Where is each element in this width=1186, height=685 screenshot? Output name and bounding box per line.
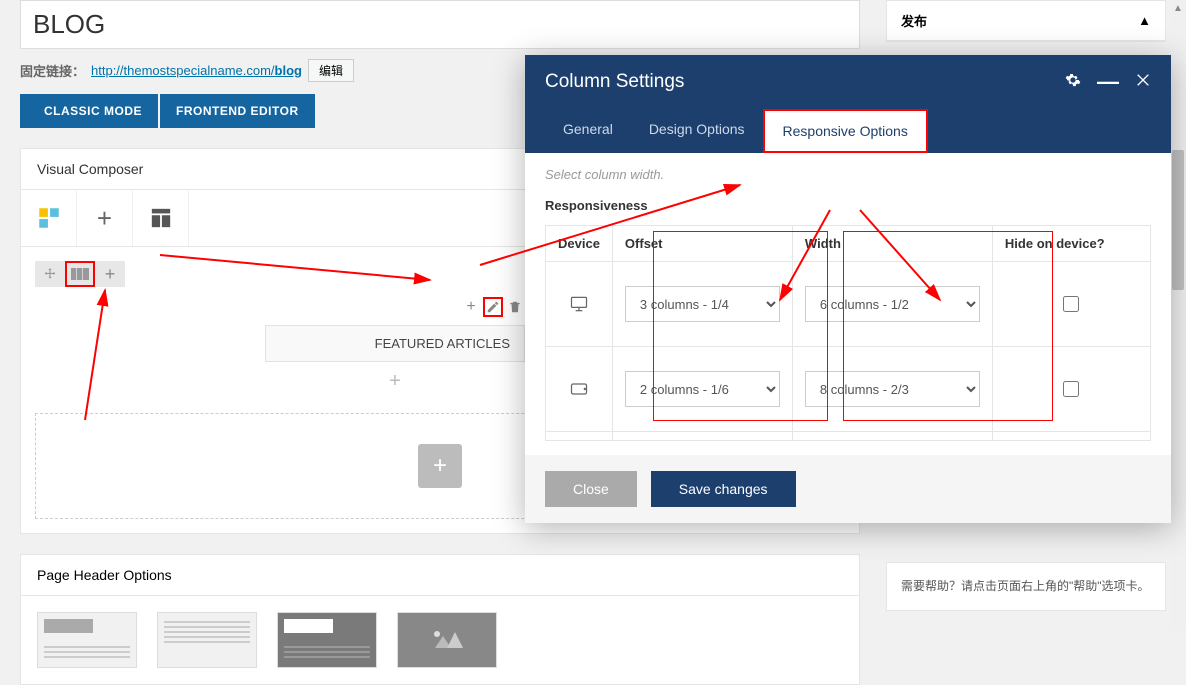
add-element-button[interactable]: +	[77, 190, 133, 246]
column-settings-modal: Column Settings — General Design Options…	[525, 55, 1171, 523]
help-box: 需要帮助？请点击页面右上角的"帮助"选项卡。	[886, 562, 1166, 611]
classic-mode-button[interactable]: CLASSIC MODE	[20, 94, 158, 128]
add-row-button[interactable]: +	[418, 444, 462, 488]
row-move-handle[interactable]	[35, 261, 65, 287]
responsiveness-table: Device Offset Width Hide on device? 3 co…	[545, 225, 1151, 441]
col-edit-button[interactable]	[483, 297, 503, 317]
pho-option-1[interactable]	[37, 612, 137, 668]
modal-actions: —	[1065, 72, 1151, 93]
tab-responsive-options[interactable]: Responsive Options	[763, 109, 928, 153]
modal-title: Column Settings	[545, 71, 684, 93]
text-block[interactable]: FEATURED ARTICLES	[265, 325, 525, 362]
tab-general[interactable]: General	[545, 109, 631, 153]
hide-checkbox-desktop[interactable]	[1063, 296, 1079, 312]
width-select-tablet-l[interactable]: 8 columns - 2/3	[805, 371, 980, 407]
edit-slug-button[interactable]: 编辑	[308, 59, 354, 82]
pho-body	[21, 596, 859, 684]
modal-header: Column Settings — General Design Options…	[525, 55, 1171, 153]
desktop-icon	[558, 294, 600, 314]
col-header-hide: Hide on device?	[992, 226, 1150, 262]
hide-checkbox-tablet-l[interactable]	[1063, 381, 1079, 397]
col-header-offset: Offset	[612, 226, 792, 262]
pho-option-2[interactable]	[157, 612, 257, 668]
table-row: 2 columns - 1/6 8 columns - 2/3	[546, 347, 1151, 432]
modal-footer: Close Save changes	[525, 455, 1171, 523]
publish-box-header[interactable]: 发布 ▲	[887, 1, 1165, 41]
modal-tabs: General Design Options Responsive Option…	[525, 109, 1171, 153]
pho-title: Page Header Options	[21, 555, 859, 596]
page-header-options-panel: Page Header Options	[20, 554, 860, 685]
gear-icon[interactable]	[1065, 72, 1081, 93]
tablet-landscape-icon	[558, 379, 600, 399]
window-scrollbar[interactable]: ▲	[1170, 0, 1186, 630]
close-icon[interactable]	[1135, 72, 1151, 93]
row-layout-button[interactable]	[65, 261, 95, 287]
col-header-device: Device	[546, 226, 613, 262]
permalink-link[interactable]: http://themostspecialname.com/blog	[91, 63, 302, 78]
hint-text: Select column width.	[545, 167, 1151, 182]
publish-box: 发布 ▲	[886, 0, 1166, 42]
col-add-under-button[interactable]: +	[265, 362, 525, 401]
scroll-thumb[interactable]	[1172, 150, 1184, 290]
frontend-editor-button[interactable]: FRONTEND EDITOR	[160, 94, 315, 128]
modal-body: Select column width. Responsiveness Devi…	[525, 153, 1171, 455]
offset-select-desktop[interactable]: 3 columns - 1/4	[625, 286, 780, 322]
col-add-button[interactable]: +	[461, 297, 481, 317]
table-row: 3 columns - 1/4 6 columns - 1/2	[546, 262, 1151, 347]
pho-option-3[interactable]	[277, 612, 377, 668]
pho-option-4[interactable]	[397, 612, 497, 668]
page-title-input[interactable]	[33, 9, 847, 40]
help-text: 需要帮助？请点击页面右上角的"帮助"选项卡。	[887, 563, 1165, 610]
tab-design-options[interactable]: Design Options	[631, 109, 763, 153]
table-row	[546, 432, 1151, 441]
collapse-icon: ▲	[1138, 13, 1151, 28]
templates-button[interactable]	[133, 190, 189, 246]
row-add-button[interactable]: +	[95, 261, 125, 287]
offset-select-tablet-l[interactable]: 2 columns - 1/6	[625, 371, 780, 407]
vc-logo-button[interactable]	[21, 190, 77, 246]
minimize-button[interactable]: —	[1097, 78, 1119, 86]
permalink-label: 固定链接：	[20, 61, 85, 80]
save-changes-button[interactable]: Save changes	[651, 471, 796, 507]
section-label: Responsiveness	[545, 198, 1151, 213]
column-block: + FEATURED ARTICLES +	[265, 295, 525, 401]
col-delete-button[interactable]	[505, 297, 525, 317]
col-header-width: Width	[792, 226, 992, 262]
width-select-desktop[interactable]: 6 columns - 1/2	[805, 286, 980, 322]
title-input-wrap	[20, 0, 860, 49]
column-tools: +	[265, 295, 525, 319]
close-button[interactable]: Close	[545, 471, 637, 507]
scroll-up-arrow[interactable]: ▲	[1170, 0, 1186, 16]
